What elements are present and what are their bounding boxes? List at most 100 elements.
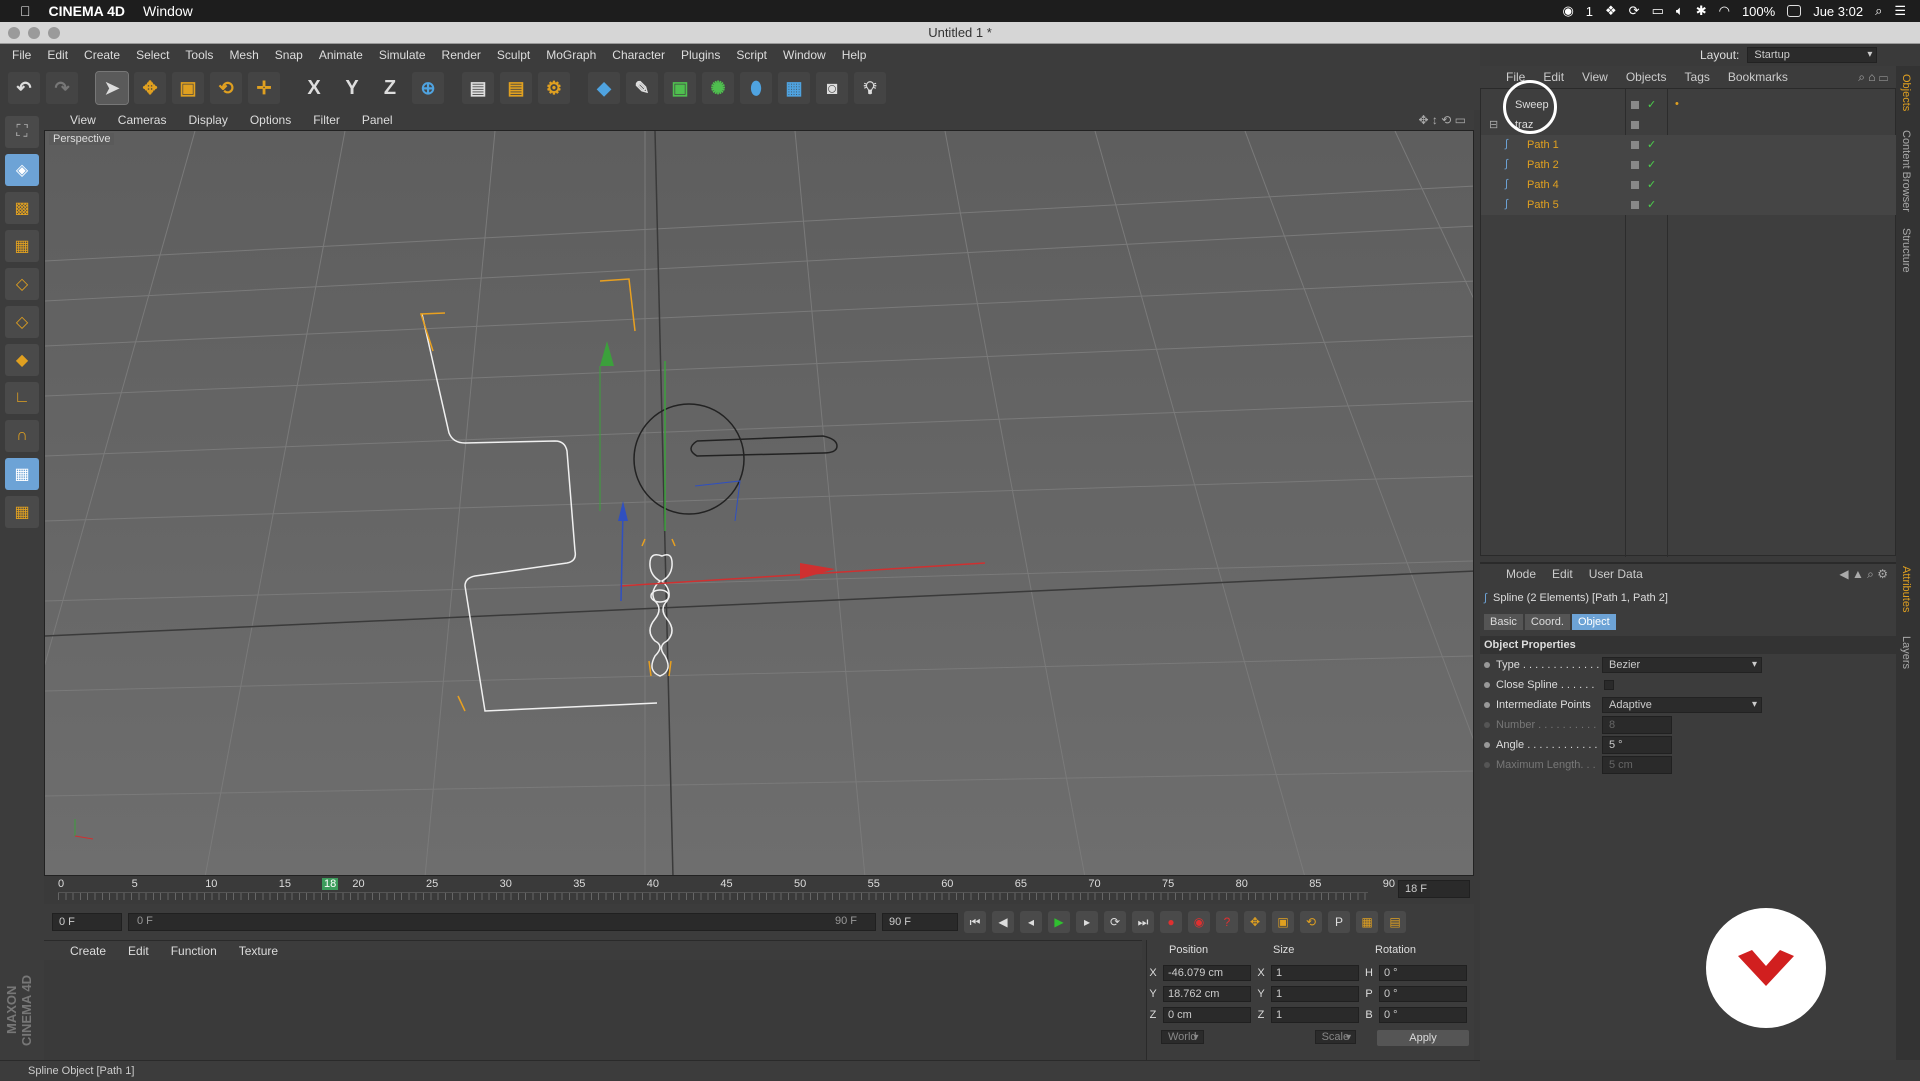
visibility-toggle[interactable] [1631,141,1639,149]
key-scale-icon[interactable]: ▣ [1272,911,1294,933]
model-mode-icon[interactable]: ◈ [5,154,39,186]
coordinate-system-icon[interactable]: ⊕ [412,72,444,104]
enabled-checkmark[interactable]: ✓ [1647,158,1656,171]
objects-menu-bookmarks[interactable]: Bookmarks [1728,70,1788,84]
cube-icon[interactable]: ◆ [588,72,620,104]
angle-field[interactable]: 5 ° [1602,736,1672,754]
key-position-icon[interactable]: ✥ [1244,911,1266,933]
apply-button[interactable]: Apply [1377,1030,1469,1046]
viewport-menu-options[interactable]: Options [250,113,291,127]
tab-basic[interactable]: Basic [1484,614,1523,630]
attributes-nav-icons[interactable]: ◀ ▲ ⌕ ⚙ [1839,567,1888,582]
viewport-menu-display[interactable]: Display [188,113,227,127]
zoom-window-button[interactable] [48,27,60,39]
menu-render[interactable]: Render [442,48,481,62]
size-mode-dropdown[interactable]: Scale [1314,1030,1357,1044]
object-row[interactable]: ∫ Path 4 ✓ [1481,175,1897,195]
position-z-field[interactable]: 0 cm [1163,1007,1251,1023]
rotate-tool-icon[interactable]: ⟲ [210,72,242,104]
floor-icon[interactable]: ▦ [778,72,810,104]
expand-toggle-icon[interactable]: ⊟ [1489,118,1498,131]
enabled-checkmark[interactable]: ✓ [1647,138,1656,151]
rotation-h-field[interactable]: 0 ° [1379,965,1467,981]
render-settings-icon[interactable]: ⚙ [538,72,570,104]
viewport-nav-icons[interactable]: ✥ ↕ ⟲ ▭ [1419,113,1466,127]
notification-center-icon[interactable]: ☰ [1894,3,1906,19]
sweep-tag-icon[interactable]: • [1675,98,1679,110]
scale-tool-icon[interactable]: ▣ [172,72,204,104]
previous-key-icon[interactable]: ◀ [992,911,1014,933]
workplane-icon[interactable]: ▦ [5,230,39,262]
keyframe-selection-icon[interactable]: ? [1216,911,1238,933]
material-menu-create[interactable]: Create [70,944,106,958]
end-frame-field[interactable]: 90 F [882,913,958,931]
close-spline-checkbox[interactable] [1604,680,1614,690]
x-axis-lock-button[interactable]: X [298,72,330,104]
volume-icon[interactable]: 🔈︎ [1676,3,1684,19]
subdivision-icon[interactable]: ▣ [664,72,696,104]
menu-simulate[interactable]: Simulate [379,48,426,62]
locked-workplane-icon[interactable]: ▦ [5,496,39,528]
app-menu-name[interactable]: CINEMA 4D [49,3,126,19]
loop-icon[interactable]: ⟳ [1104,911,1126,933]
viewport-menu-view[interactable]: View [70,113,96,127]
move-tool-icon[interactable]: ✥ [134,72,166,104]
viewport-scene[interactable] [45,131,1474,876]
menu-animate[interactable]: Animate [319,48,363,62]
visibility-toggle[interactable] [1631,161,1639,169]
bluetooth-icon[interactable]: ✱ [1696,3,1707,19]
objects-menu-edit[interactable]: Edit [1543,70,1564,84]
material-menu-edit[interactable]: Edit [128,944,149,958]
material-menu-texture[interactable]: Texture [239,944,278,958]
attributes-menu-mode[interactable]: Mode [1506,567,1536,581]
objects-menu-objects[interactable]: Objects [1626,70,1667,84]
menu-sculpt[interactable]: Sculpt [497,48,530,62]
menu-file[interactable]: File [12,48,31,62]
number-field[interactable]: 8 [1602,716,1672,734]
object-name[interactable]: Path 2 [1527,159,1559,171]
menu-character[interactable]: Character [612,48,665,62]
record-keys-icon[interactable]: ● [1160,911,1182,933]
menu-window[interactable]: Window [783,48,826,62]
objects-menu-view[interactable]: View [1582,70,1608,84]
key-parameter-icon[interactable]: P [1328,911,1350,933]
go-to-start-icon[interactable]: ⏮ [964,911,986,933]
position-y-field[interactable]: 18.762 cm [1163,986,1251,1002]
viewport-menu-filter[interactable]: Filter [313,113,340,127]
coordinate-space-dropdown[interactable]: World [1161,1030,1204,1044]
close-window-button[interactable] [8,27,20,39]
side-tab-layers[interactable]: Layers [1900,636,1912,669]
polygons-mode-icon[interactable]: ◆ [5,344,39,376]
magnet-icon[interactable]: ∩ [5,420,39,452]
key-rotation-icon[interactable]: ⟲ [1300,911,1322,933]
attributes-menu-edit[interactable]: Edit [1552,567,1573,581]
object-name[interactable]: Path 1 [1527,139,1559,151]
rotation-b-field[interactable]: 0 ° [1379,1007,1467,1023]
light-icon[interactable]: 💡︎ [854,72,886,104]
viewport-menu-panel[interactable]: Panel [362,113,393,127]
menu-create[interactable]: Create [84,48,120,62]
z-axis-lock-button[interactable]: Z [374,72,406,104]
visibility-toggle[interactable] [1631,201,1639,209]
menu-tools[interactable]: Tools [185,48,213,62]
menu-plugins[interactable]: Plugins [681,48,720,62]
object-row[interactable]: ∫ Path 1 ✓ [1481,135,1897,155]
menu-mograph[interactable]: MoGraph [546,48,596,62]
window-menu[interactable]: Window [143,3,193,19]
array-icon[interactable]: ✺ [702,72,734,104]
menu-help[interactable]: Help [842,48,867,62]
record-icon[interactable]: ◉ [1562,3,1573,19]
axis-mode-icon[interactable]: ∟ [5,382,39,414]
menu-select[interactable]: Select [136,48,169,62]
autokey-icon[interactable]: ◉ [1188,911,1210,933]
current-frame-field[interactable]: 18 F [1398,880,1470,898]
enabled-checkmark[interactable]: ✓ [1647,178,1656,191]
sync-icon[interactable]: ⟳ [1629,3,1640,19]
menu-script[interactable]: Script [736,48,767,62]
viewport-menu-cameras[interactable]: Cameras [118,113,167,127]
next-frame-icon[interactable]: ▸ [1076,911,1098,933]
size-y-field[interactable]: 1 [1271,986,1359,1002]
apple-icon[interactable]:  [20,3,31,19]
maximum-length-field[interactable]: 5 cm [1602,756,1672,774]
menu-edit[interactable]: Edit [47,48,68,62]
